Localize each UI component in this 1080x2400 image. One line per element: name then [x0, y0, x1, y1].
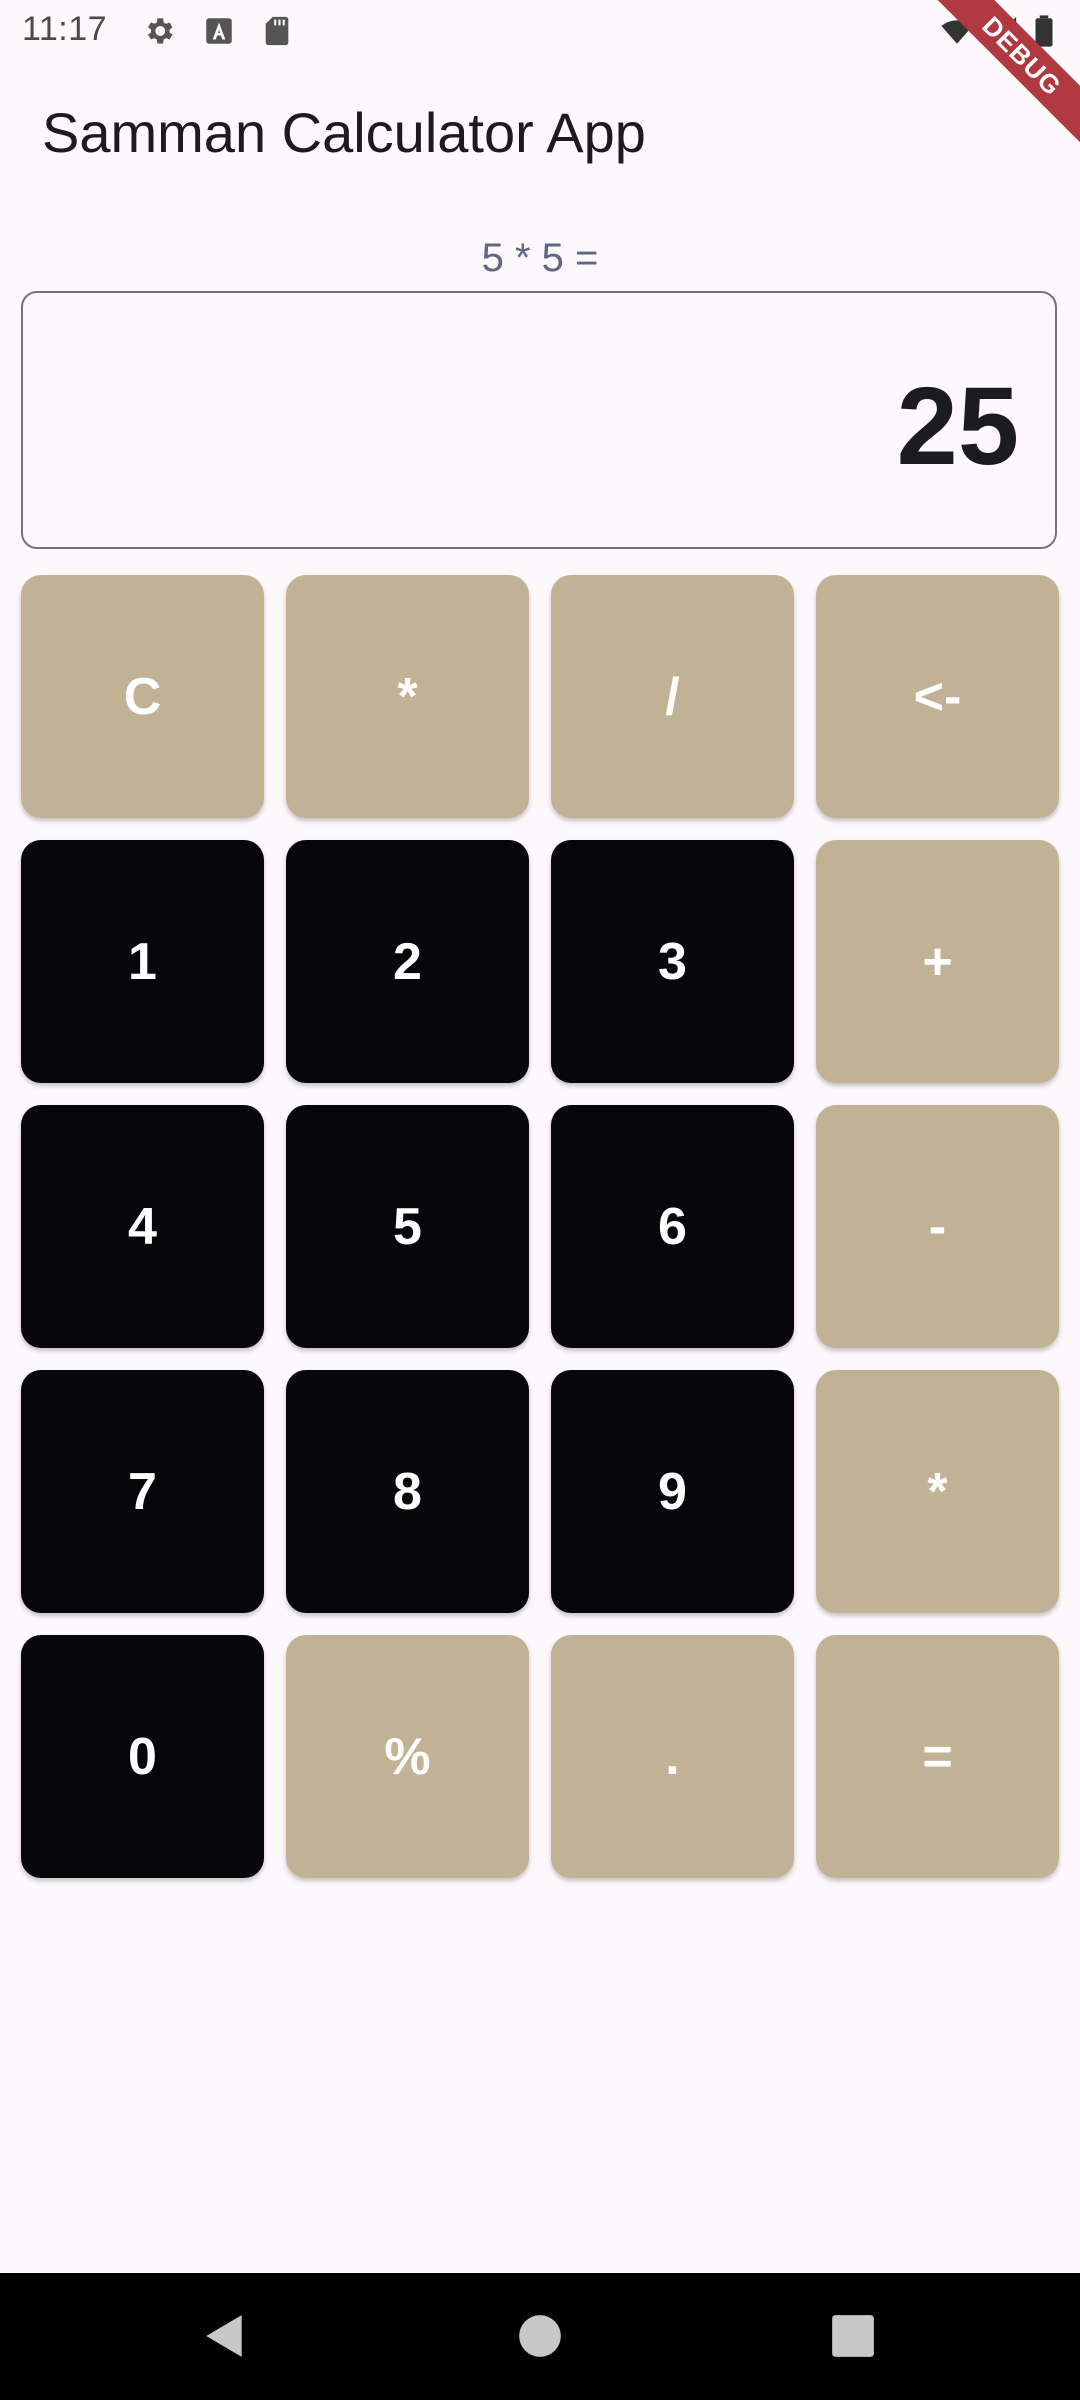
digit-8-button[interactable]: 8 — [286, 1370, 529, 1613]
divide-button[interactable]: / — [551, 575, 794, 818]
digit-7-button[interactable]: 7 — [21, 1370, 264, 1613]
expression-text: 5 * 5 = — [481, 236, 599, 280]
backspace-button[interactable]: <- — [816, 575, 1059, 818]
home-icon[interactable] — [515, 2311, 565, 2361]
subtract-button[interactable]: - — [816, 1105, 1059, 1348]
digit-1-button[interactable]: 1 — [21, 840, 264, 1083]
result-value: 25 — [896, 365, 1019, 488]
app-title: Samman Calculator App — [42, 101, 646, 164]
digit-5-button[interactable]: 5 — [286, 1105, 529, 1348]
digit-9-button[interactable]: 9 — [551, 1370, 794, 1613]
status-time: 11:17 — [22, 10, 108, 48]
result-display: 25 — [21, 291, 1057, 549]
multiply-button[interactable]: * — [286, 575, 529, 818]
back-icon[interactable] — [200, 2311, 250, 2361]
digit-3-button[interactable]: 3 — [551, 840, 794, 1083]
text-a-icon — [202, 14, 236, 48]
digit-0-button[interactable]: 0 — [21, 1635, 264, 1878]
add-button[interactable]: + — [816, 840, 1059, 1083]
clear-button[interactable]: C — [21, 575, 264, 818]
navigation-bar — [0, 2273, 1080, 2400]
digit-2-button[interactable]: 2 — [286, 840, 529, 1083]
debug-banner: DEBUG — [920, 0, 1080, 160]
recents-icon[interactable] — [828, 2311, 878, 2361]
multiply-button-secondary[interactable]: * — [816, 1370, 1059, 1613]
equals-button[interactable]: = — [816, 1635, 1059, 1878]
debug-banner-label: DEBUG — [923, 0, 1080, 155]
decimal-button[interactable]: . — [551, 1635, 794, 1878]
digit-6-button[interactable]: 6 — [551, 1105, 794, 1348]
digit-4-button[interactable]: 4 — [21, 1105, 264, 1348]
percent-button[interactable]: % — [286, 1635, 529, 1878]
sd-card-icon — [260, 14, 294, 48]
settings-icon — [142, 14, 176, 48]
keypad: C * / <- 1 2 3 + 4 5 6 - 7 8 9 * 0 % . = — [21, 575, 1059, 1878]
status-bar: 11:17 — [0, 0, 1080, 62]
